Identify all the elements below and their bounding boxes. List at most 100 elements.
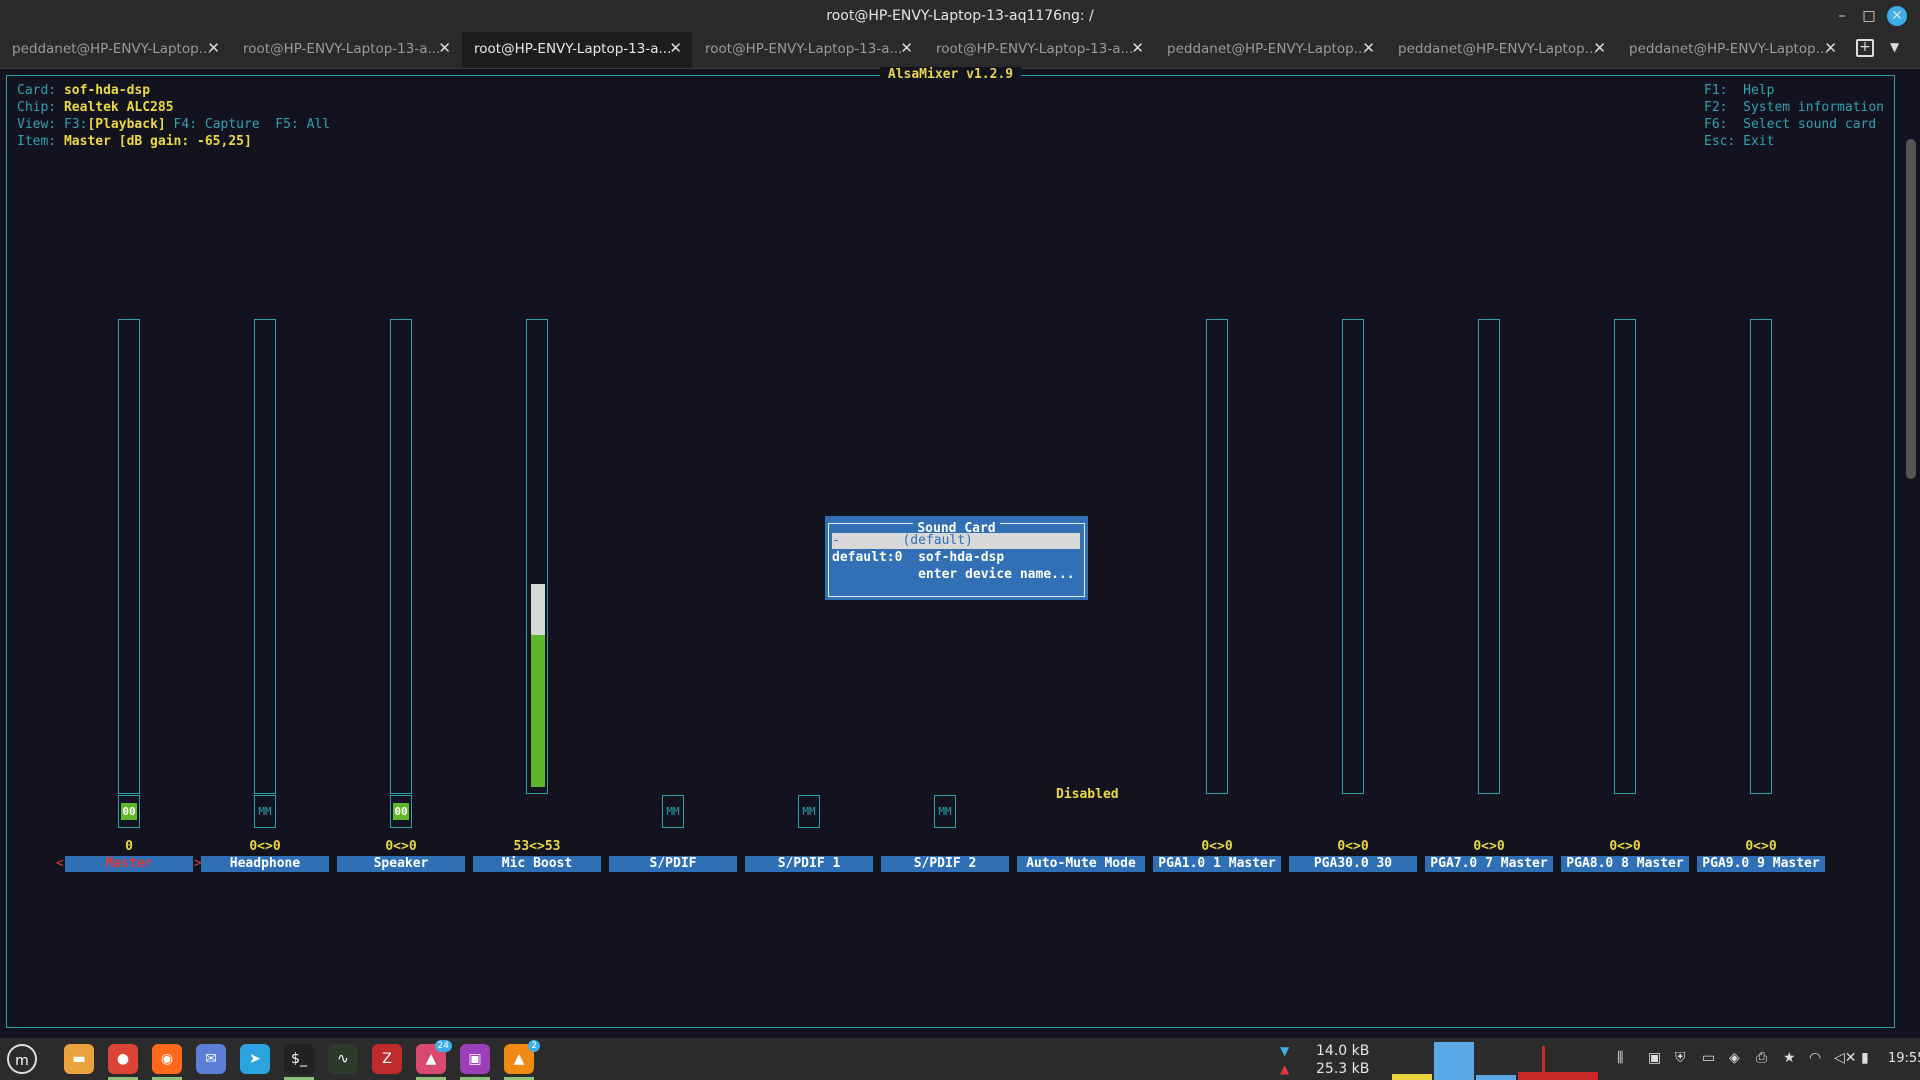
new-tab-button[interactable]: + <box>1856 39 1874 57</box>
tab-2[interactable]: root@HP-ENVY-Laptop-13-a... ✕ <box>231 32 461 68</box>
control-label-headphone[interactable]: Headphone <box>201 856 329 872</box>
sound-card-option-default[interactable]: - (default) <box>832 533 1080 549</box>
mute-state: 00 <box>121 803 137 820</box>
terminal-view[interactable]: AlsaMixer v1.2.9 Card: sof-hda-dsp Chip:… <box>0 67 1920 1038</box>
printer-icon[interactable]: ⎙ <box>1756 1050 1767 1066</box>
volume-value-speaker: 0<>0 <box>385 839 417 854</box>
filezilla-glyph: Z <box>382 1051 392 1067</box>
volume-level-fill <box>531 635 545 787</box>
control-label-pga9-0-9-master[interactable]: PGA9.0 9 Master <box>1697 856 1825 872</box>
volume-slider-master[interactable] <box>118 319 140 794</box>
control-label-mic-boost[interactable]: Mic Boost <box>473 856 601 872</box>
control-label-s-pdif-2[interactable]: S/PDIF 2 <box>881 856 1009 872</box>
control-label-pga7-0-7-master[interactable]: PGA7.0 7 Master <box>1425 856 1553 872</box>
volume-value-pga9-0-9-master: 0<>0 <box>1745 839 1777 854</box>
vlc-icon[interactable]: ▲ 2 <box>504 1040 540 1074</box>
tab-close-icon[interactable]: ✕ <box>1824 39 1837 57</box>
control-label-pga8-0-8-master[interactable]: PGA8.0 8 Master <box>1561 856 1689 872</box>
clock[interactable]: 19:55 <box>1888 1051 1920 1066</box>
firefox-icon[interactable]: ◉ <box>152 1044 182 1074</box>
slides-icon[interactable]: ▣ <box>460 1044 490 1074</box>
key-exit: Esc: Exit <box>1704 134 1775 149</box>
volume-slider-pga30-0-30[interactable] <box>1342 319 1364 794</box>
control-label-pga1-0-1-master[interactable]: PGA1.0 1 Master <box>1153 856 1281 872</box>
tab-4[interactable]: root@HP-ENVY-Laptop-13-a... ✕ <box>693 32 923 68</box>
control-label-auto-mute-mode[interactable]: Auto-Mute Mode <box>1017 856 1145 872</box>
mint-menu-icon[interactable]: m <box>7 1044 37 1074</box>
tab-label: peddanet@HP-ENVY-Laptop... <box>12 41 212 57</box>
control-label-pga30-0-30[interactable]: PGA30.0 30 <box>1289 856 1417 872</box>
photos-icon[interactable]: ▲ 24 <box>416 1040 452 1074</box>
tab-8[interactable]: peddanet@HP-ENVY-Laptop... ✕ <box>1617 32 1847 68</box>
files-icon[interactable]: ▬ <box>64 1044 94 1074</box>
battery-icon[interactable]: ▮ <box>1861 1050 1869 1066</box>
nvidia-icon[interactable]: ◈ <box>1729 1050 1740 1066</box>
tab-close-icon[interactable]: ✕ <box>1131 39 1144 57</box>
mail-icon[interactable]: ✉ <box>196 1044 226 1074</box>
chrome-icon[interactable]: ● <box>108 1044 138 1074</box>
close-window-button[interactable]: ✕ <box>1887 6 1907 26</box>
tab-label: peddanet@HP-ENVY-Laptop... <box>1167 41 1367 57</box>
sound-card-option-enter-device-name[interactable]: enter device name... <box>832 567 1080 583</box>
tab-label: peddanet@HP-ENVY-Laptop... <box>1629 41 1829 57</box>
volume-value-headphone: 0<>0 <box>249 839 281 854</box>
mute-toggle-headphone[interactable]: MM <box>254 795 276 828</box>
tab-bar: peddanet@HP-ENVY-Laptop... ✕ root@HP-ENVY-… <box>0 32 1920 69</box>
sound-card-option-sof-hda-dsp[interactable]: default:0 sof-hda-dsp <box>832 550 1080 566</box>
tab-7[interactable]: peddanet@HP-ENVY-Laptop... ✕ <box>1386 32 1616 68</box>
volume-value-pga7-0-7-master: 0<>0 <box>1473 839 1505 854</box>
tab-label: root@HP-ENVY-Laptop-13-a... <box>243 41 441 57</box>
tab-1[interactable]: peddanet@HP-ENVY-Laptop... ✕ <box>0 32 230 68</box>
tab-close-icon[interactable]: ✕ <box>669 39 682 57</box>
system-monitor-icon[interactable]: ∿ <box>328 1044 358 1074</box>
notification-badge: 24 <box>434 1040 452 1052</box>
volume-slider-pga1-0-1-master[interactable] <box>1206 319 1228 794</box>
alsamixer-frame: AlsaMixer v1.2.9 Card: sof-hda-dsp Chip:… <box>6 67 1895 1028</box>
minimize-button[interactable]: – <box>1832 6 1852 26</box>
workspace-icon[interactable]: ⫼ <box>1617 1050 1623 1066</box>
tab-close-icon[interactable]: ✕ <box>1593 39 1606 57</box>
telegram-icon[interactable]: ➤ <box>240 1044 270 1074</box>
mute-toggle-master[interactable]: 00 <box>118 795 140 828</box>
volume-level-peak <box>531 584 545 635</box>
control-label-master[interactable]: Master <box>65 856 193 872</box>
volume-slider-speaker[interactable] <box>390 319 412 794</box>
notification-badge: 2 <box>528 1040 540 1052</box>
tab-label: peddanet@HP-ENVY-Laptop... <box>1398 41 1598 57</box>
volume-value-pga8-0-8-master: 0<>0 <box>1609 839 1641 854</box>
terminal-icon[interactable]: $_ <box>284 1044 314 1074</box>
volume-slider-pga8-0-8-master[interactable] <box>1614 319 1636 794</box>
tab-close-icon[interactable]: ✕ <box>900 39 913 57</box>
cpu-graph <box>1392 1042 1602 1080</box>
tab-close-icon[interactable]: ✕ <box>438 39 451 57</box>
tab-menu-chevron-down-icon[interactable]: ▼ <box>1890 40 1899 54</box>
mute-toggle-s-pdif-2[interactable]: MM <box>934 795 956 828</box>
volume-muted-icon[interactable]: ◁✕ <box>1834 1050 1857 1066</box>
tab-5[interactable]: root@HP-ENVY-Laptop-13-a... ✕ <box>924 32 1154 68</box>
storage-icon[interactable]: ▭ <box>1702 1050 1715 1066</box>
net-download-rate: 14.0 kB <box>1316 1043 1370 1059</box>
tab-close-icon[interactable]: ✕ <box>207 39 220 57</box>
volume-slider-pga9-0-9-master[interactable] <box>1750 319 1772 794</box>
download-arrow-icon: ▼ <box>1280 1044 1290 1058</box>
tab-close-icon[interactable]: ✕ <box>1362 39 1375 57</box>
control-label-s-pdif-1[interactable]: S/PDIF 1 <box>745 856 873 872</box>
mute-toggle-speaker[interactable]: 00 <box>390 795 412 828</box>
mute-state: MM <box>938 805 952 818</box>
terminal-scrollbar[interactable] <box>1906 139 1916 479</box>
maximize-button[interactable]: □ <box>1859 6 1879 26</box>
mute-toggle-s-pdif-1[interactable]: MM <box>798 795 820 828</box>
clipboard-icon[interactable]: ▣ <box>1648 1050 1661 1066</box>
volume-slider-headphone[interactable] <box>254 319 276 794</box>
tab-6[interactable]: peddanet@HP-ENVY-Laptop... ✕ <box>1155 32 1385 68</box>
mute-toggle-s-pdif[interactable]: MM <box>662 795 684 828</box>
filezilla-icon[interactable]: Z <box>372 1044 402 1074</box>
wifi-icon[interactable]: ◠ <box>1809 1050 1821 1066</box>
control-label-speaker[interactable]: Speaker <box>337 856 465 872</box>
star-icon[interactable]: ★ <box>1783 1050 1796 1066</box>
control-label-s-pdif[interactable]: S/PDIF <box>609 856 737 872</box>
tab-3[interactable]: root@HP-ENVY-Laptop-13-a... ✕ <box>462 32 692 68</box>
volume-slider-mic-boost[interactable] <box>526 319 548 794</box>
volume-slider-pga7-0-7-master[interactable] <box>1478 319 1500 794</box>
shield-icon[interactable]: ⛨ <box>1675 1050 1686 1066</box>
